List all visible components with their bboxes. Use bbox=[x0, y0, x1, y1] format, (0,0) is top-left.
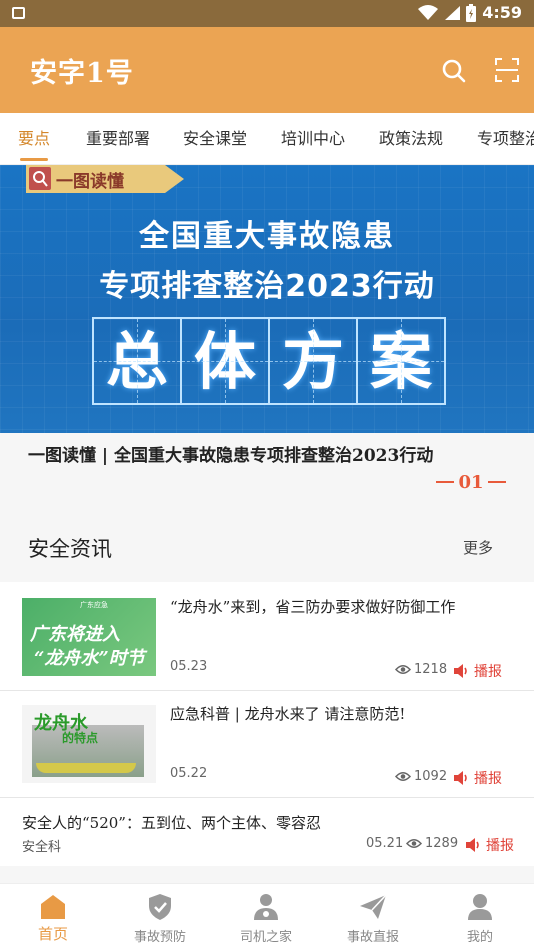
banner-char: 案 bbox=[356, 317, 446, 405]
carousel-indicator: 01 bbox=[436, 472, 506, 493]
thumbnail-boat bbox=[36, 763, 136, 773]
banner-headline-1: 全国重大事故隐患 bbox=[139, 219, 395, 254]
scan-icon[interactable] bbox=[494, 57, 520, 83]
person-icon bbox=[468, 894, 492, 920]
home-icon bbox=[41, 895, 65, 919]
status-time: 4:59 bbox=[482, 3, 522, 22]
tab-safety-class[interactable]: 安全课堂 bbox=[183, 113, 247, 164]
featured-banner[interactable]: 一图读懂 全国重大事故隐患 专项排查整治2023行动 总 体 方 案 bbox=[0, 165, 534, 433]
banner-caption[interactable]: 一图读懂 | 全国重大事故隐患专项排查整治2023行动 bbox=[28, 441, 433, 466]
news-item[interactable]: 广东应急 广东将进入 “龙舟水”时节 “龙舟水”来到，省三防办要求做好防御工作 … bbox=[0, 582, 534, 690]
magnifier-icon bbox=[29, 167, 51, 190]
tab-special-rectification[interactable]: 专项整治 bbox=[477, 113, 534, 164]
indicator-dash bbox=[488, 481, 506, 483]
send-icon bbox=[360, 894, 387, 919]
thumbnail-text: “龙舟水”时节 bbox=[34, 648, 145, 669]
news-views: 1289 bbox=[406, 836, 458, 851]
app-bar: 安字1号 bbox=[0, 27, 534, 113]
speaker-icon bbox=[454, 664, 467, 678]
driver-icon bbox=[254, 894, 278, 920]
banner-char: 总 bbox=[92, 317, 182, 405]
eye-icon bbox=[395, 665, 411, 674]
nav-driver-home[interactable]: 司机之家 bbox=[213, 884, 319, 950]
category-tabs: 要点 重要部署 安全课堂 培训中心 政策法规 专项整治 bbox=[0, 113, 534, 165]
banner-char: 方 bbox=[268, 317, 358, 405]
more-link[interactable]: 更多 bbox=[463, 537, 493, 558]
eye-icon bbox=[406, 839, 422, 848]
indicator-dash bbox=[436, 481, 454, 483]
news-thumbnail: 广东应急 广东将进入 “龙舟水”时节 bbox=[22, 598, 156, 676]
banner-char: 体 bbox=[180, 317, 270, 405]
news-source: 安全科 bbox=[22, 840, 62, 855]
carousel-index: 01 bbox=[458, 472, 484, 493]
battery-icon bbox=[466, 3, 477, 22]
tab-highlights[interactable]: 要点 bbox=[18, 113, 50, 164]
nav-label: 事故预防 bbox=[133, 930, 186, 945]
news-date: 05.21 bbox=[366, 836, 404, 851]
broadcast-label: 播报 bbox=[486, 838, 514, 854]
banner-tag: 一图读懂 bbox=[26, 165, 184, 193]
tab-key-deployment[interactable]: 重要部署 bbox=[86, 113, 150, 164]
wifi-icon bbox=[418, 4, 439, 20]
app-title: 安字1号 bbox=[30, 58, 134, 89]
search-icon[interactable] bbox=[440, 57, 468, 85]
banner-tag-text: 一图读懂 bbox=[56, 172, 124, 192]
thumbnail-logo: 广东应急 bbox=[80, 601, 108, 609]
shield-icon bbox=[149, 894, 171, 920]
nav-label: 事故直报 bbox=[346, 930, 399, 945]
broadcast-button[interactable]: 播报 bbox=[453, 661, 502, 681]
speaker-icon bbox=[454, 771, 467, 785]
nav-accident-prevention[interactable]: 事故预防 bbox=[107, 884, 213, 950]
views-count: 1092 bbox=[414, 769, 448, 784]
views-count: 1289 bbox=[425, 836, 459, 851]
news-date: 05.22 bbox=[170, 766, 208, 781]
news-date: 05.23 bbox=[170, 659, 208, 674]
news-headline[interactable]: 安全人的“520”：五到位、两个主体、零容忍 bbox=[22, 812, 321, 833]
nav-mine[interactable]: 我的 bbox=[427, 884, 533, 950]
nav-home[interactable]: 首页 bbox=[0, 884, 106, 950]
section-title: 安全资讯 bbox=[28, 537, 112, 561]
news-headline[interactable]: “龙舟水”来到，省三防办要求做好防御工作 bbox=[170, 596, 455, 617]
news-views: 1218 bbox=[395, 662, 447, 677]
nav-label: 司机之家 bbox=[239, 930, 292, 945]
news-item[interactable]: 安全人的“520”：五到位、两个主体、零容忍 安全科 05.21 1289 播报 bbox=[0, 798, 534, 866]
news-thumbnail: 龙舟水 的特点 bbox=[22, 705, 156, 783]
signal-icon bbox=[445, 5, 461, 20]
nav-label: 我的 bbox=[466, 930, 493, 945]
news-views: 1092 bbox=[395, 769, 447, 784]
news-item[interactable]: 龙舟水 的特点 应急科普 | 龙舟水来了 请注意防范! 05.22 1092 播… bbox=[0, 691, 534, 797]
eye-icon bbox=[395, 772, 411, 781]
status-bar: 4:59 bbox=[0, 0, 534, 27]
broadcast-button[interactable]: 播报 bbox=[453, 768, 502, 788]
speaker-icon bbox=[466, 838, 479, 852]
thumbnail-text: 广东将进入 bbox=[30, 624, 120, 645]
views-count: 1218 bbox=[414, 662, 448, 677]
banner-headline-2: 专项排查整治2023行动 bbox=[99, 269, 435, 304]
broadcast-button[interactable]: 播报 bbox=[465, 835, 514, 855]
banner-big-title: 总 体 方 案 bbox=[92, 317, 446, 405]
broadcast-label: 播报 bbox=[474, 771, 502, 787]
nav-accident-report[interactable]: 事故直报 bbox=[320, 884, 426, 950]
tab-training-center[interactable]: 培训中心 bbox=[281, 113, 345, 164]
nav-label: 首页 bbox=[37, 925, 68, 943]
thumbnail-text: 的特点 bbox=[62, 731, 99, 745]
news-headline[interactable]: 应急科普 | 龙舟水来了 请注意防范! bbox=[170, 703, 405, 724]
notification-icon bbox=[12, 7, 25, 19]
broadcast-label: 播报 bbox=[474, 664, 502, 680]
tab-policy-regulations[interactable]: 政策法规 bbox=[379, 113, 443, 164]
bottom-navigation: 首页 事故预防 司机之家 事故直报 我的 bbox=[0, 883, 534, 950]
